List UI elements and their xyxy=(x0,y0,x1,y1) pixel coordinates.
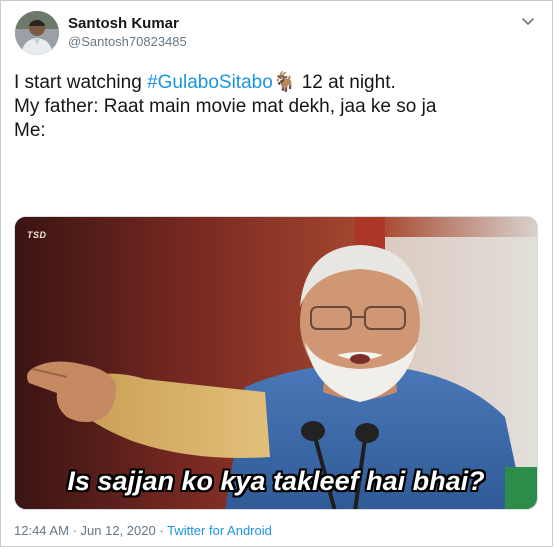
tweet-date[interactable]: Jun 12, 2020 xyxy=(81,523,156,538)
tweet-text-prefix: I start watching xyxy=(14,72,148,93)
tweet-media-image[interactable]: TSD Is sajjan ko kya takleef hai bhai? xyxy=(14,216,538,510)
author-handle[interactable]: @Santosh70823485 xyxy=(68,34,187,49)
meta-separator: · xyxy=(159,523,164,538)
tweet-time[interactable]: 12:44 AM xyxy=(14,523,69,538)
tweet-card[interactable]: Santosh Kumar @Santosh70823485 I start w… xyxy=(0,0,553,547)
tweet-source-link[interactable]: Twitter for Android xyxy=(167,523,272,538)
media-watermark: TSD xyxy=(27,230,47,240)
goat-emoji: 🐐 xyxy=(272,72,297,93)
tweet-line-1: I start watching #GulaboSitabo🐐 12 at ni… xyxy=(14,71,539,95)
meta-separator: · xyxy=(72,523,77,538)
tweet-meta: 12:44 AM · Jun 12, 2020 · Twitter for An… xyxy=(14,523,272,538)
tweet-text: I start watching #GulaboSitabo🐐 12 at ni… xyxy=(14,71,539,143)
tweet-text-suffix: 12 at night. xyxy=(296,72,396,93)
meme-caption: Is sajjan ko kya takleef hai bhai? xyxy=(67,466,485,496)
author-name[interactable]: Santosh Kumar xyxy=(68,15,179,32)
avatar[interactable] xyxy=(15,11,59,55)
tweet-line-2: My father: Raat main movie mat dekh, jaa… xyxy=(14,96,437,117)
tweet-line-3: Me: xyxy=(14,120,46,141)
hashtag-link[interactable]: #GulaboSitabo xyxy=(147,72,273,93)
chevron-down-icon[interactable] xyxy=(520,13,536,29)
